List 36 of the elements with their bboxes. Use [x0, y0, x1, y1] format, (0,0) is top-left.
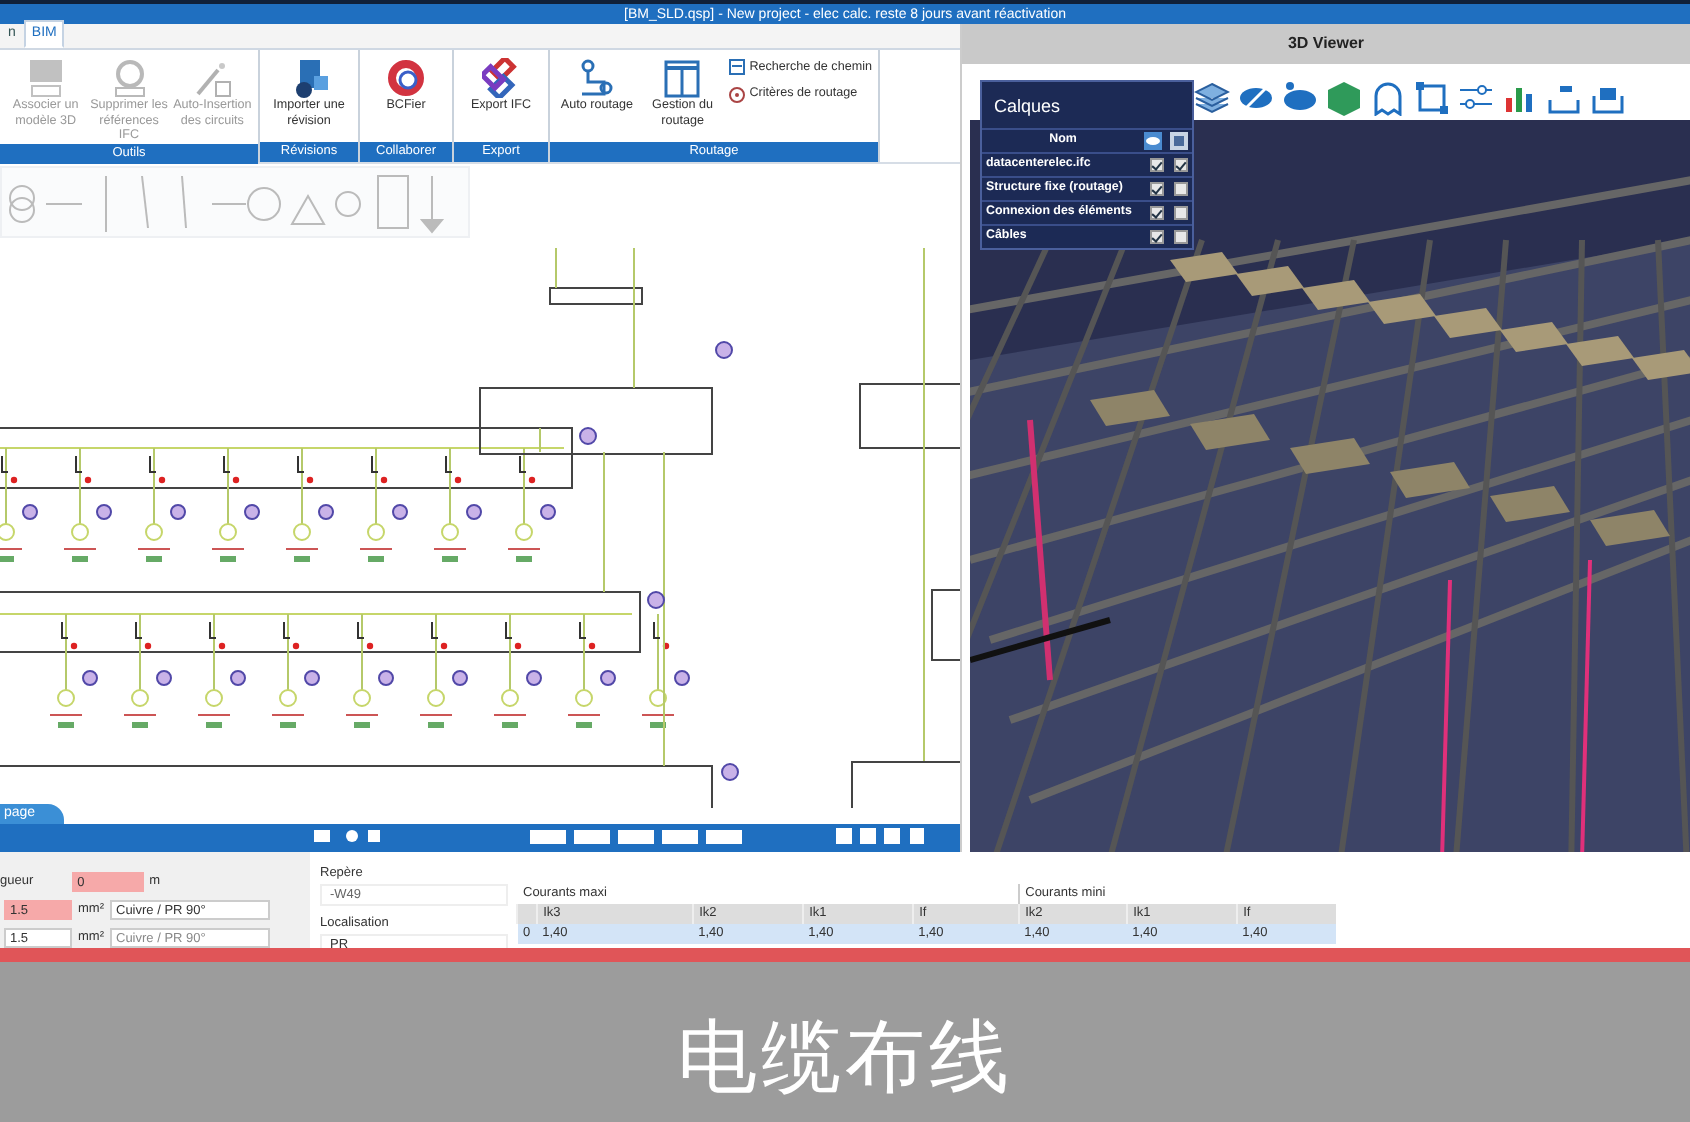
tray-panel — [1632, 350, 1690, 380]
tray-panel — [1302, 280, 1370, 310]
path-search-icon — [727, 58, 746, 77]
layers-icon[interactable] — [1194, 80, 1230, 116]
layer-icon — [1170, 131, 1188, 149]
panel-title: Calques — [992, 94, 1063, 120]
tray-panel — [1434, 308, 1502, 338]
checkbox[interactable] — [1149, 157, 1163, 171]
tray-panel — [1290, 438, 1370, 474]
bounding-box-icon[interactable] — [1414, 80, 1450, 116]
panel-title: 3D Viewer — [962, 24, 1690, 64]
3d-model-icon — [25, 58, 66, 98]
tray-panel — [1500, 322, 1568, 352]
checkbox[interactable] — [1149, 205, 1163, 219]
tray-panel — [1566, 336, 1634, 366]
checkbox[interactable] — [1173, 181, 1187, 195]
panels-icon — [662, 58, 703, 98]
cube-icon[interactable] — [1326, 80, 1362, 116]
checkbox[interactable] — [1149, 181, 1163, 195]
route-icon — [576, 58, 617, 98]
checkbox[interactable] — [1149, 229, 1163, 243]
checkbox[interactable] — [1173, 205, 1187, 219]
tray-panel — [1190, 414, 1270, 450]
tray-panel — [1590, 510, 1670, 546]
tray-panel — [1490, 486, 1570, 522]
tray-panel — [1170, 252, 1238, 282]
ring-logo-icon — [386, 58, 426, 98]
checkbox[interactable] — [1173, 157, 1187, 171]
tray-panel — [1090, 390, 1170, 426]
tray-panel — [1236, 266, 1304, 296]
tray-panel — [1368, 294, 1436, 324]
subtitle: 电缆布线 — [677, 1012, 1013, 1104]
checkbox[interactable] — [1173, 229, 1187, 243]
magic-wand-icon — [192, 58, 233, 98]
tray-panel — [1390, 462, 1470, 498]
ghost-icon[interactable] — [1370, 80, 1406, 116]
